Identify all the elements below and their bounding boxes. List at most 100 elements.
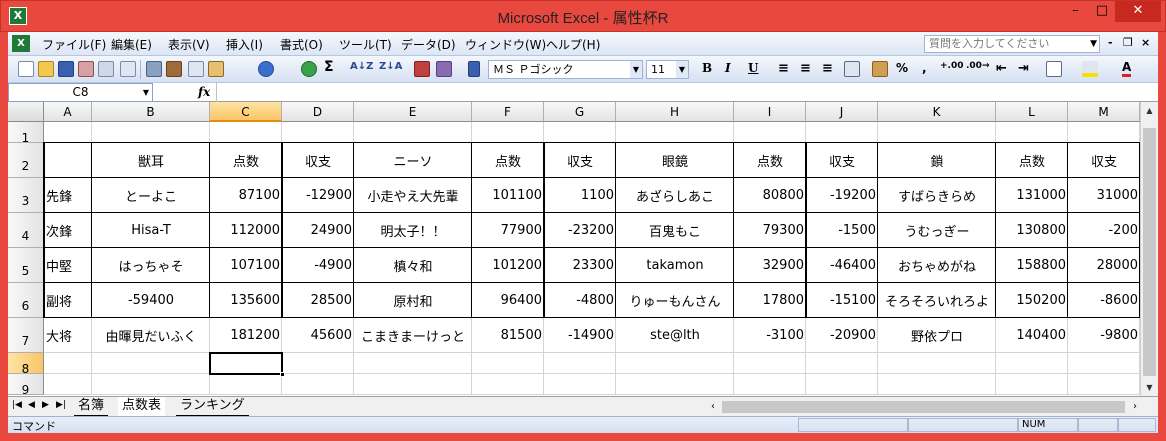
scroll-down-icon[interactable]: ▼: [1141, 379, 1158, 396]
table-cell[interactable]: -19200: [806, 178, 878, 213]
table-cell[interactable]: そろそろいれろよ: [878, 283, 996, 318]
percent-style-button[interactable]: %: [896, 61, 908, 75]
table-header-cell[interactable]: 収支: [544, 143, 616, 178]
table-cell[interactable]: はっちゃそ: [92, 248, 210, 283]
row-header-4[interactable]: 4: [8, 213, 44, 248]
table-cell[interactable]: 次鋒: [44, 213, 92, 248]
fill-handle[interactable]: [280, 372, 285, 377]
table-cell[interactable]: 32900: [734, 248, 806, 283]
chevron-down-icon[interactable]: ▼: [140, 84, 152, 101]
column-header-d[interactable]: D: [282, 102, 354, 122]
row-header-3[interactable]: 3: [8, 178, 44, 213]
table-cell[interactable]: あざらしあこ: [616, 178, 734, 213]
maximize-button[interactable]: □: [1089, 1, 1115, 22]
table-header-cell[interactable]: 眼鏡: [616, 143, 734, 178]
column-header-k[interactable]: K: [878, 102, 996, 122]
table-cell[interactable]: 28000: [1068, 248, 1140, 283]
table-cell[interactable]: -46400: [806, 248, 878, 283]
row-header-6[interactable]: 6: [8, 283, 44, 318]
table-header-cell[interactable]: 点数: [472, 143, 544, 178]
table-cell[interactable]: 181200: [210, 318, 282, 353]
font-color-icon[interactable]: A: [1122, 61, 1132, 77]
table-cell[interactable]: 45600: [282, 318, 354, 353]
row-header-7[interactable]: 7: [8, 318, 44, 353]
table-cell[interactable]: 23300: [544, 248, 616, 283]
column-header-g[interactable]: G: [544, 102, 616, 122]
new-file-icon[interactable]: [18, 61, 34, 77]
autosum-icon[interactable]: Σ: [324, 59, 334, 75]
paste-icon[interactable]: [208, 61, 224, 77]
vertical-scroll-thumb[interactable]: [1143, 128, 1156, 376]
chevron-down-icon[interactable]: ▼: [630, 61, 642, 78]
formula-input[interactable]: [216, 83, 1158, 102]
table-cell[interactable]: 原村和: [354, 283, 472, 318]
menu-data[interactable]: データ(D): [401, 36, 456, 53]
horizontal-scrollbar[interactable]: ‹ ›: [706, 399, 1146, 415]
menu-window[interactable]: ウィンドウ(W): [465, 36, 546, 53]
undo-icon[interactable]: [258, 61, 274, 77]
prev-sheet-icon[interactable]: ◀: [28, 400, 35, 410]
table-header-cell[interactable]: 点数: [996, 143, 1068, 178]
table-cell[interactable]: 17800: [734, 283, 806, 318]
table-cell[interactable]: -9800: [1068, 318, 1140, 353]
sheet-tab-ranking[interactable]: ランキング: [176, 397, 249, 416]
column-header-f[interactable]: F: [472, 102, 544, 122]
close-button[interactable]: ✕: [1115, 1, 1161, 22]
column-header-b[interactable]: B: [92, 102, 210, 122]
scroll-right-icon[interactable]: ›: [1128, 399, 1142, 415]
select-all-button[interactable]: [8, 102, 44, 122]
table-cell[interactable]: 80800: [734, 178, 806, 213]
row-header-1[interactable]: 1: [8, 122, 44, 145]
vertical-scrollbar[interactable]: ▲ ▼: [1140, 102, 1158, 396]
increase-indent-icon[interactable]: ⇥: [1018, 61, 1029, 76]
column-header-i[interactable]: I: [734, 102, 806, 122]
table-cell[interactable]: 77900: [472, 213, 544, 248]
table-cell[interactable]: 112000: [210, 213, 282, 248]
table-cell[interactable]: 150200: [996, 283, 1068, 318]
permission-icon[interactable]: [78, 61, 94, 77]
table-cell[interactable]: うむっぎー: [878, 213, 996, 248]
row-header-8[interactable]: 8: [8, 353, 44, 376]
table-cell[interactable]: -59400: [92, 283, 210, 318]
menu-edit[interactable]: 編集(E): [111, 36, 152, 53]
table-cell[interactable]: 158800: [996, 248, 1068, 283]
table-cell[interactable]: 135600: [210, 283, 282, 318]
save-icon[interactable]: [58, 61, 74, 77]
table-cell[interactable]: 28500: [282, 283, 354, 318]
horizontal-scroll-thumb[interactable]: [722, 401, 1125, 413]
decrease-indent-icon[interactable]: ⇤: [996, 61, 1007, 76]
increase-decimal-icon[interactable]: +.00: [940, 61, 963, 71]
table-cell[interactable]: 81500: [472, 318, 544, 353]
table-cell[interactable]: おちゃめがね: [878, 248, 996, 283]
table-cell[interactable]: りゅーもんさん: [616, 283, 734, 318]
table-cell[interactable]: 140400: [996, 318, 1068, 353]
first-sheet-icon[interactable]: |◀: [12, 400, 22, 410]
font-size-select[interactable]: 11 ▼: [646, 60, 689, 79]
help-search-input[interactable]: 質問を入力してください ▼: [924, 35, 1100, 53]
table-cell[interactable]: -12900: [282, 178, 354, 213]
table-cell[interactable]: -4900: [282, 248, 354, 283]
table-header-cell[interactable]: 収支: [806, 143, 878, 178]
name-box[interactable]: C8 ▼: [8, 83, 153, 102]
table-cell[interactable]: -8600: [1068, 283, 1140, 318]
sheet-tab-score-table[interactable]: 点数表: [118, 397, 166, 416]
font-name-select[interactable]: ＭＳ Ｐゴシック ▼: [488, 60, 643, 79]
table-header-cell[interactable]: 獣耳: [92, 143, 210, 178]
scroll-up-icon[interactable]: ▲: [1141, 102, 1158, 119]
table-cell[interactable]: ste@lth: [616, 318, 734, 353]
chevron-down-icon[interactable]: ▼: [676, 61, 688, 78]
bold-button[interactable]: B: [702, 61, 712, 75]
table-cell[interactable]: 由暉見だいふく: [92, 318, 210, 353]
underline-button[interactable]: U: [748, 61, 758, 75]
table-cell[interactable]: 87100: [210, 178, 282, 213]
table-header-cell[interactable]: 収支: [282, 143, 354, 178]
table-cell[interactable]: 小走やえ大先輩: [354, 178, 472, 213]
sort-descending-icon[interactable]: Z↓A: [379, 61, 402, 72]
table-cell[interactable]: 107100: [210, 248, 282, 283]
minimize-button[interactable]: –: [1062, 1, 1089, 22]
hyperlink-icon[interactable]: [301, 61, 317, 77]
workbook-close-button[interactable]: ×: [1141, 36, 1150, 49]
table-cell[interactable]: 24900: [282, 213, 354, 248]
column-header-m[interactable]: M: [1068, 102, 1140, 122]
menu-tools[interactable]: ツール(T): [339, 36, 392, 53]
